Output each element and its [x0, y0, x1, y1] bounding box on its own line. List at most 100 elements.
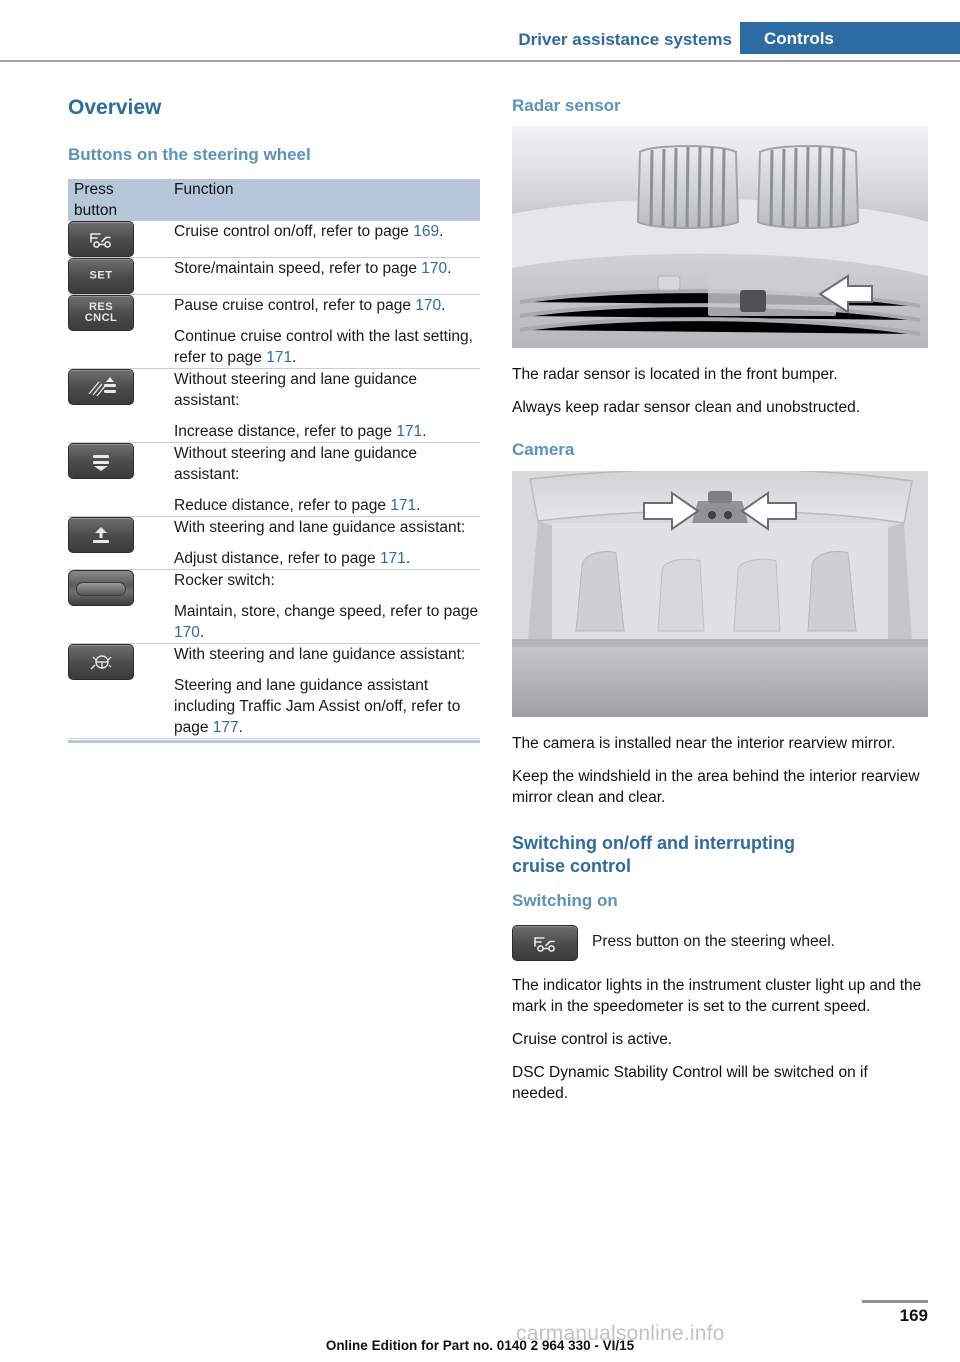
left-column: Overview Buttons on the steering wheel P…	[68, 96, 480, 744]
row-text-before: Rocker switch:	[174, 572, 275, 590]
header-divider	[0, 60, 960, 62]
header-section-label: Controls	[764, 29, 834, 48]
switching-on-subheading: Switching on	[512, 890, 618, 910]
set-button-label: SET	[89, 269, 113, 282]
section-subtitle: Buttons on the steering wheel	[68, 145, 311, 165]
switching-paragraph-1: The indicator lights in the instrument c…	[512, 976, 922, 1015]
row-text: Rocker switch:	[174, 570, 480, 591]
res-cncl-button-icon: RES CNCL	[68, 295, 134, 332]
row-text: Continue cruise control with the last se…	[174, 326, 480, 368]
row-text: Maintain, store, change speed, refer to …	[174, 601, 480, 643]
table-row: With steering and lane guidance assistan…	[68, 643, 480, 740]
row-text: With steering and lane guidance assistan…	[174, 517, 480, 538]
row-text-before: Adjust distance, refer to page	[174, 550, 380, 568]
switching-on-instruction: Press button on the steering wheel.	[512, 924, 928, 961]
row-text: Cruise control on/off, refer to page 169…	[174, 221, 480, 242]
page-header: Driver assistance systems Controls	[0, 0, 960, 62]
radar-paragraph-1: The radar sensor is located in the front…	[512, 366, 838, 384]
switching-on-instruction-text: Press button on the steering wheel.	[592, 932, 835, 950]
table-header-press-button-line2: button	[74, 202, 118, 220]
table-row: Cruise control on/off, refer to page 169…	[68, 221, 480, 259]
table-bottom-rule	[68, 740, 480, 744]
row-text-after: .	[238, 719, 243, 737]
cruise-control-icon	[68, 221, 134, 258]
radar-sensor-figure	[512, 126, 928, 349]
row-text-after: .	[292, 349, 297, 367]
row-text-after: .	[199, 624, 205, 642]
camera-heading: Camera	[512, 440, 575, 460]
row-text-after: .	[422, 423, 427, 441]
table-row: With steering and lane guidance assistan…	[68, 516, 480, 571]
page-reference[interactable]: 169	[413, 223, 439, 240]
radar-sensor-heading: Radar sensor	[512, 96, 621, 115]
table-header-row: Press button Function	[68, 179, 480, 222]
page-reference[interactable]: 171	[380, 550, 406, 567]
table-row: SET Store/maintain speed, refer to page …	[68, 257, 480, 296]
row-text: Increase distance, refer to page 171.	[174, 421, 480, 442]
row-text-after: .	[441, 297, 446, 315]
row-text-before: Store/maintain speed, refer to page	[174, 260, 422, 278]
table-header-function: Function	[170, 179, 480, 222]
table-row: RES CNCL Pause cruise control, refer to …	[68, 294, 480, 370]
set-button-icon: SET	[68, 258, 134, 295]
row-text-before: With steering and lane guidance assistan…	[174, 519, 466, 537]
row-text: Adjust distance, refer to page 171.	[174, 548, 480, 569]
increase-distance-icon	[68, 369, 134, 406]
row-text-before: Without steering and lane guidance assis…	[174, 445, 417, 484]
switching-heading: Switching on/off and interrupting cruise…	[512, 832, 928, 879]
page-reference[interactable]: 177	[213, 719, 239, 736]
page-reference[interactable]: 171	[266, 349, 292, 366]
cruise-control-icon	[512, 924, 578, 961]
right-column: Radar sensor The radar sensor is located…	[512, 96, 928, 1116]
row-text-after: .	[439, 223, 444, 241]
row-text-after: .	[416, 497, 421, 515]
camera-figure	[512, 470, 928, 717]
row-text: Pause cruise control, refer to page 170.	[174, 295, 480, 316]
row-text: Steering and lane guidance assistant inc…	[174, 675, 480, 738]
page-title: Overview	[68, 96, 162, 119]
page-reference[interactable]: 171	[396, 423, 422, 440]
row-text-before: Pause cruise control, refer to page	[174, 297, 416, 315]
page-reference[interactable]: 170	[174, 624, 200, 641]
switching-heading-line2: cruise control	[512, 856, 632, 877]
rocker-switch-ridge	[76, 582, 126, 597]
table-header-press-button: Press button	[68, 179, 170, 222]
row-text-before: Increase distance, refer to page	[174, 423, 397, 441]
row-text: Reduce distance, refer to page 171.	[174, 495, 480, 516]
switching-paragraph-3: DSC Dynamic Stability Control will be sw…	[512, 1063, 868, 1102]
camera-paragraph-1: The camera is installed near the interio…	[512, 734, 896, 752]
res-cncl-button-label: RES CNCL	[69, 302, 133, 324]
watermark: carmanualsonline.info	[516, 1322, 725, 1345]
switching-paragraph-2: Cruise control is active.	[512, 1030, 673, 1048]
row-text-before: With steering and lane guidance assistan…	[174, 646, 466, 664]
cncl-label: CNCL	[84, 312, 118, 325]
rocker-switch-icon	[68, 570, 134, 607]
switching-heading-line1: Switching on/off and interrupting	[512, 832, 795, 853]
steering-lane-guidance-icon	[68, 644, 134, 681]
page-reference[interactable]: 170	[415, 297, 441, 314]
footer-rule	[862, 1300, 928, 1303]
table-row: Without steering and lane guidance assis…	[68, 442, 480, 518]
camera-paragraph-2: Keep the windshield in the area behind t…	[512, 767, 920, 806]
row-text-before: Reduce distance, refer to page	[174, 497, 391, 515]
row-text-after: .	[405, 550, 411, 568]
reduce-distance-icon	[68, 443, 134, 480]
page-reference[interactable]: 170	[421, 260, 447, 277]
row-text: Without steering and lane guidance assis…	[174, 369, 480, 411]
footer-note: Online Edition for Part no. 0140 2 964 3…	[325, 1338, 635, 1353]
table-row: Rocker switch: Maintain, store, change s…	[68, 569, 480, 645]
page-number: 169	[899, 1306, 928, 1325]
header-section-badge: Controls	[740, 22, 960, 54]
row-text: With steering and lane guidance assistan…	[174, 644, 480, 665]
header-chapter-label: Driver assistance systems	[518, 30, 732, 49]
row-text-before: Continue cruise control with the last se…	[174, 328, 473, 367]
row-text-before: Maintain, store, change speed, refer to …	[174, 603, 479, 621]
page-reference[interactable]: 171	[390, 497, 416, 514]
steering-wheel-buttons-table: Press button Function Cruise control on/…	[68, 179, 480, 740]
adjust-distance-icon	[68, 517, 134, 554]
radar-paragraph-2: Always keep radar sensor clean and unobs…	[512, 399, 861, 417]
table-header-press-button-line1: Press	[74, 181, 114, 199]
row-text: Store/maintain speed, refer to page 170.	[174, 258, 480, 279]
row-text-before: Without steering and lane guidance assis…	[174, 371, 417, 410]
row-text: Without steering and lane guidance assis…	[174, 443, 480, 485]
